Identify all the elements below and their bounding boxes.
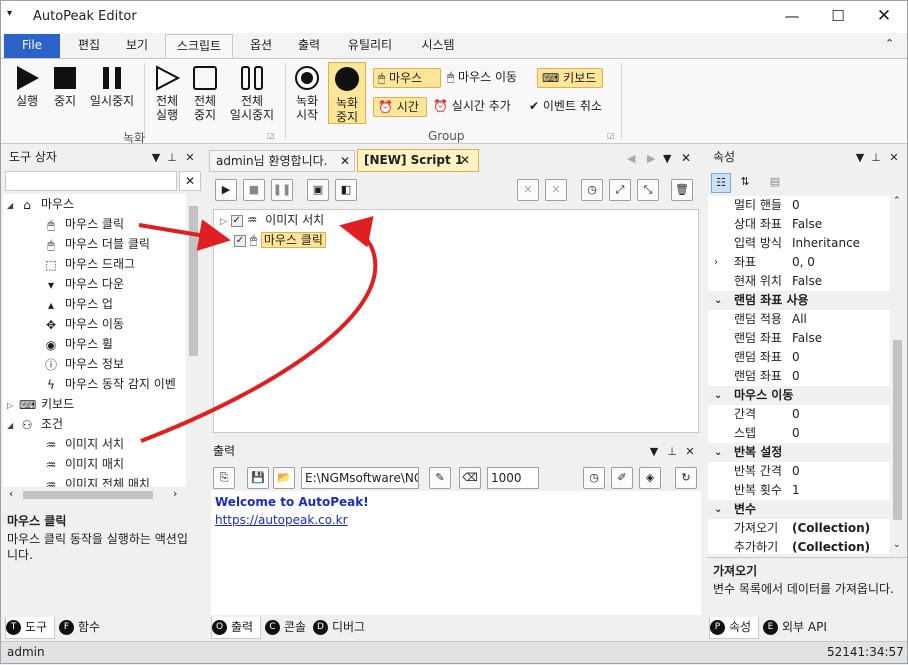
main-window: ▾ AutoPeak Editor — ☐ ✕ File 편집 보기 스크립트 … xyxy=(0,0,908,664)
arrow-1 xyxy=(138,219,231,251)
annotation-arrows xyxy=(138,216,378,443)
arrow-2 xyxy=(140,216,378,443)
